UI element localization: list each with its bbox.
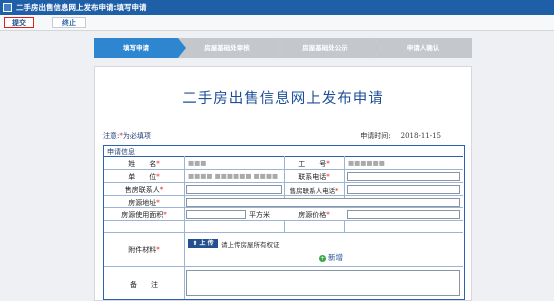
step-review: 房屋基础处审核	[178, 38, 284, 58]
job-no-label: 工 号*	[284, 159, 344, 169]
address-input[interactable]	[186, 198, 460, 207]
area-input[interactable]	[186, 210, 246, 219]
attachment-label-text: 附件材料	[128, 246, 157, 254]
unit-label-text: 单 位	[128, 173, 157, 181]
notice-text: 为必填项	[122, 132, 151, 140]
required-star: *	[163, 211, 167, 219]
step-label: 申请人确认	[406, 44, 440, 52]
seller-phone-label-text: 售房联系人电话	[289, 187, 336, 195]
upload-button-label: 上 传	[199, 240, 214, 247]
phone-label: 联系电话*	[284, 172, 344, 182]
row-divider	[104, 232, 463, 233]
notice-prefix: 注意:	[103, 132, 120, 140]
required-star: *	[156, 173, 160, 181]
step-fill-application: 填写申请	[94, 38, 186, 58]
required-star: *	[326, 173, 330, 181]
upload-hint: 请上传房屋所有权证	[221, 241, 280, 249]
add-attachment-link[interactable]: + 新增	[319, 252, 343, 263]
upload-button[interactable]: ⬆ 上 传	[188, 239, 218, 248]
application-info-table: 申请信息 姓 名* ■■■ 工 号* ■■■■■■ 单 位* ■■■■ ■■■■…	[103, 145, 465, 300]
name-label-text: 姓 名	[128, 160, 157, 168]
upload-arrow-icon: ⬆	[192, 240, 198, 247]
required-notice: 注意:*为必填项	[103, 131, 151, 141]
area-label-text: 房源使用面积	[121, 211, 164, 219]
required-star: *	[159, 186, 164, 194]
area-label: 房源使用面积*	[104, 210, 184, 220]
phone-input[interactable]	[347, 172, 460, 181]
remark-label: 备 注	[130, 281, 158, 289]
step-arrow-icon	[276, 38, 284, 58]
name-label: 姓 名*	[104, 159, 184, 169]
seller-phone-input[interactable]	[347, 185, 460, 194]
seller-contact-input[interactable]	[186, 185, 282, 194]
required-star: *	[326, 160, 330, 168]
address-label-text: 房源地址	[128, 199, 157, 207]
step-arrow-icon	[374, 38, 382, 58]
price-input[interactable]	[347, 210, 460, 219]
form-title: 二手房出售信息网上发布申请	[182, 91, 384, 107]
price-label-text: 房源价格	[298, 211, 327, 219]
step-publicity: 房屋基础处公示	[276, 38, 382, 58]
required-star: *	[156, 160, 160, 168]
apply-time-label: 申请时间:	[360, 132, 391, 140]
phone-label-text: 联系电话	[298, 173, 327, 181]
submit-button[interactable]: 提交	[4, 17, 34, 28]
stop-button[interactable]: 终止	[52, 17, 86, 28]
add-link-label: 新增	[328, 253, 343, 262]
area-unit: 平方米	[249, 211, 270, 219]
seller-contact-label: 售房联系人*	[104, 185, 184, 195]
apply-time-value: 2018-11-15	[400, 132, 441, 140]
address-label: 房源地址*	[104, 198, 184, 208]
attachment-label: 附件材料*	[104, 245, 184, 255]
window-titlebar: 二手房出售信息网上发布申请:填写申请	[0, 0, 554, 15]
seller-contact-label-text: 售房联系人	[124, 186, 160, 194]
column-divider	[284, 220, 285, 232]
step-label: 填写申请	[123, 44, 149, 52]
seller-phone-label: 售房联系人电话*	[284, 185, 344, 195]
name-value: ■■■	[188, 159, 207, 167]
step-label: 房屋基础处公示	[302, 44, 348, 52]
unit-value: ■■■■ ■■■■■■ ■■■■	[188, 172, 279, 180]
column-divider	[344, 220, 345, 232]
step-label: 房屋基础处审核	[204, 44, 250, 52]
required-star: *	[335, 187, 339, 195]
row-divider	[104, 266, 463, 267]
add-icon: +	[319, 255, 326, 262]
remark-textarea[interactable]	[186, 270, 460, 296]
price-label: 房源价格*	[284, 210, 344, 220]
step-arrow-icon	[178, 38, 186, 58]
column-divider	[184, 156, 185, 299]
job-no-value: ■■■■■■	[348, 159, 385, 167]
required-star: *	[156, 246, 160, 254]
step-confirm: 申请人确认	[374, 38, 472, 58]
workflow-steps: 填写申请 房屋基础处审核 房屋基础处公示 申请人确认	[94, 38, 472, 58]
toolbar: 提交 终止	[0, 15, 554, 31]
application-form-page: 二手房出售信息网上发布申请 注意:*为必填项 申请时间: 2018-11-15 申…	[94, 66, 472, 301]
unit-label: 单 位*	[104, 172, 184, 182]
apply-time: 申请时间: 2018-11-15	[360, 131, 441, 141]
required-star: *	[156, 199, 160, 207]
window-app-icon	[3, 3, 12, 12]
required-star: *	[326, 211, 330, 219]
job-no-label-text: 工 号	[298, 160, 327, 168]
window-title: 二手房出售信息网上发布申请:填写申请	[16, 3, 147, 12]
